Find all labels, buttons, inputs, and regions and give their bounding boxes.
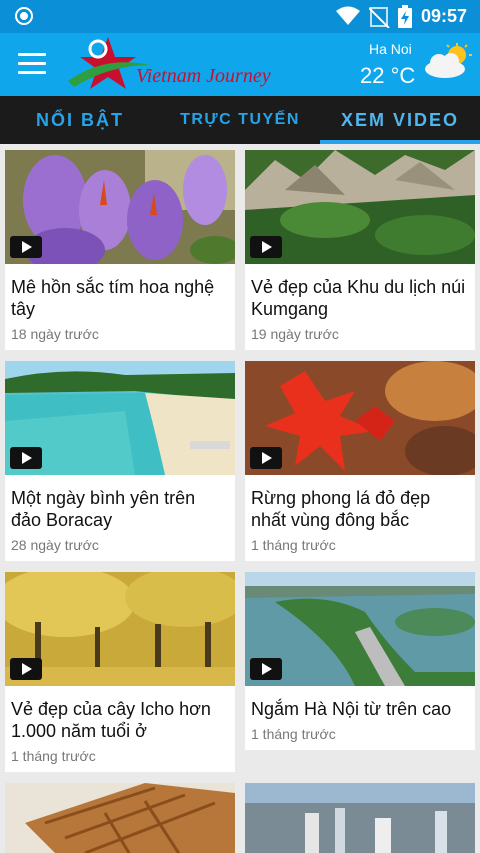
play-icon[interactable]	[10, 658, 42, 680]
tab-truc-tuyen[interactable]: TRỰC TUYẾN	[160, 96, 320, 144]
video-thumbnail[interactable]	[5, 783, 235, 853]
video-thumbnail[interactable]	[245, 572, 475, 686]
weather-city: Ha Noi	[369, 41, 412, 57]
play-icon[interactable]	[250, 236, 282, 258]
status-bar: 09:57	[0, 0, 480, 33]
video-time: 19 ngày trước	[251, 326, 339, 342]
app-logo[interactable]: Vietnam Journey	[64, 35, 274, 93]
video-thumbnail[interactable]	[245, 361, 475, 475]
app-header: Vietnam Journey Ha Noi 22 °C	[0, 33, 480, 96]
video-card[interactable]: Rừng phong lá đỏ đẹp nhất vùng đông bắc …	[245, 361, 475, 561]
video-title: Một ngày bình yên trên đảo Boracay	[11, 488, 196, 530]
no-signal-icon	[369, 7, 390, 28]
video-title: Rừng phong lá đỏ đẹp nhất vùng đông bắc	[251, 488, 431, 530]
video-title: Ngắm Hà Nội từ trên cao	[251, 699, 452, 719]
play-icon[interactable]	[250, 447, 282, 469]
video-time: 1 tháng trước	[251, 726, 336, 742]
video-time: 1 tháng trước	[11, 748, 96, 764]
partly-cloudy-icon	[425, 43, 472, 78]
video-card[interactable]	[245, 783, 475, 853]
tab-bar: NỔI BẬT TRỰC TUYẾN XEM VIDEO	[0, 96, 480, 144]
video-thumbnail[interactable]	[245, 783, 475, 853]
tab-noi-bat[interactable]: NỔI BẬT	[0, 96, 160, 144]
clock-time: 09:57	[421, 6, 468, 26]
hamburger-menu-icon[interactable]	[18, 53, 46, 75]
logo-text: Vietnam Journey	[136, 65, 271, 87]
video-card[interactable]: Ngắm Hà Nội từ trên cao 1 tháng trước	[245, 572, 475, 750]
video-title: Vẻ đẹp của Khu du lịch núi Kumgang	[251, 277, 466, 319]
video-thumbnail[interactable]	[5, 572, 235, 686]
weather-temperature: 22 °C	[360, 63, 416, 88]
video-card[interactable]	[5, 783, 235, 853]
video-time: 18 ngày trước	[11, 326, 99, 342]
video-card[interactable]: Vẻ đẹp của Khu du lịch núi Kumgang 19 ng…	[245, 150, 475, 350]
notification-circle-icon	[15, 7, 33, 25]
video-thumbnail[interactable]	[5, 150, 235, 264]
video-title: Vẻ đẹp của cây Icho hơn 1.000 năm tuổi ở	[11, 699, 211, 741]
wifi-icon	[336, 6, 360, 25]
play-icon[interactable]	[250, 658, 282, 680]
play-icon[interactable]	[10, 447, 42, 469]
video-thumbnail[interactable]	[245, 150, 475, 264]
video-card[interactable]: Một ngày bình yên trên đảo Boracay 28 ng…	[5, 361, 235, 561]
video-thumbnail[interactable]	[5, 361, 235, 475]
video-title: Mê hồn sắc tím hoa nghệ tây	[11, 277, 215, 319]
play-icon[interactable]	[10, 236, 42, 258]
tab-xem-video[interactable]: XEM VIDEO	[320, 96, 480, 144]
video-time: 28 ngày trước	[11, 537, 99, 553]
video-card[interactable]: Mê hồn sắc tím hoa nghệ tây 18 ngày trướ…	[5, 150, 235, 350]
battery-charging-icon	[398, 5, 412, 28]
video-time: 1 tháng trước	[251, 537, 336, 553]
video-card[interactable]: Vẻ đẹp của cây Icho hơn 1.000 năm tuổi ở…	[5, 572, 235, 772]
